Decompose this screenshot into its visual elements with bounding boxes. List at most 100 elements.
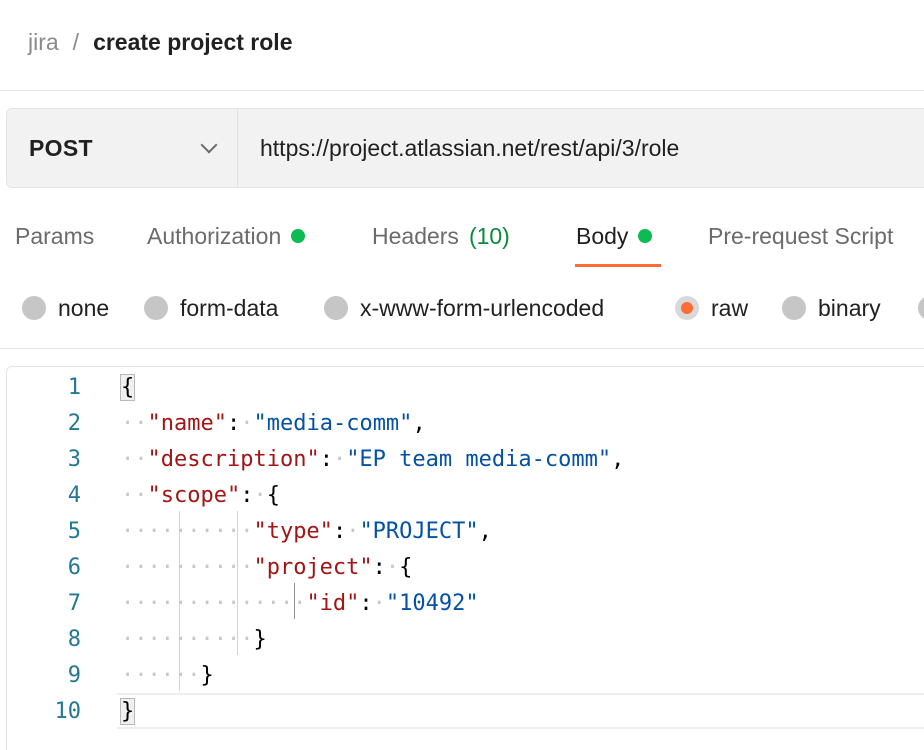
tab-prerequest-script[interactable]: Pre-request Script	[708, 214, 893, 258]
json-string: "EP team media-comm"	[346, 446, 612, 472]
breadcrumb-collection-link[interactable]: jira	[28, 29, 59, 56]
code-line: 9 ······}	[7, 657, 924, 693]
code-text: ··"scope":·{	[121, 482, 280, 508]
line-number: 8	[67, 626, 81, 652]
radio-form-data[interactable]: form-data	[144, 288, 278, 328]
json-string: "10492"	[385, 590, 479, 616]
json-key: "name"	[147, 410, 227, 436]
radio-circle-icon	[782, 296, 806, 320]
tab-authorization[interactable]: Authorization	[147, 214, 306, 258]
tab-headers[interactable]: Headers (10)	[372, 214, 510, 258]
radio-circle-icon	[918, 296, 924, 320]
breadcrumb-separator: /	[72, 28, 80, 55]
code-line: 1 {	[7, 369, 924, 405]
json-brace: }	[253, 626, 267, 652]
line-number: 10	[54, 698, 82, 724]
radio-circle-icon	[22, 296, 46, 320]
code-text: {	[119, 373, 136, 401]
line-number: 6	[67, 554, 81, 580]
code-text: ··········}	[121, 626, 267, 652]
code-editor[interactable]: 1 { 2 ··"name":·"media-comm", 3 ··"descr…	[6, 366, 924, 750]
active-tab-indicator	[575, 264, 661, 267]
code-line: 2 ··"name":·"media-comm",	[7, 405, 924, 441]
json-brace: }	[200, 662, 214, 688]
json-colon: :	[332, 518, 347, 544]
line-number: 5	[67, 518, 81, 544]
code-text: ··"description":·"EP team media-comm",	[121, 446, 625, 472]
body-divider	[0, 348, 924, 349]
line-number: 9	[67, 662, 81, 688]
radio-raw[interactable]: raw	[675, 288, 748, 328]
method-label: POST	[29, 134, 93, 161]
code-line: 7 ··············"id":·"10492"	[7, 585, 924, 621]
tab-prerequest-label: Pre-request Script	[708, 222, 894, 249]
code-line: 4 ··"scope":·{	[7, 477, 924, 513]
radio-binary-label: binary	[818, 294, 881, 321]
request-tabs: Params Authorization Headers (10) Body P…	[0, 214, 924, 270]
tab-params-label: Params	[15, 222, 95, 249]
code-text: ··········"type":·"PROJECT",	[121, 518, 492, 544]
json-brace: {	[399, 554, 413, 580]
json-key: "type"	[253, 518, 333, 544]
radio-none-label: none	[58, 294, 110, 321]
json-comma: ,	[611, 446, 625, 472]
line-number: 7	[67, 590, 81, 616]
json-brace: {	[266, 482, 280, 508]
code-line: 6 ··········"project":·{	[7, 549, 924, 585]
json-colon: :	[359, 590, 373, 616]
code-line: 3 ··"description":·"EP team media-comm",	[7, 441, 924, 477]
matched-bracket: }	[119, 697, 136, 725]
radio-circle-icon	[144, 296, 168, 320]
matched-bracket: {	[119, 373, 136, 401]
code-line: 8 ··········}	[7, 621, 924, 657]
json-colon: :	[319, 446, 333, 472]
line-number: 3	[67, 446, 81, 472]
code-text: }	[119, 697, 136, 725]
tab-body-label: Body	[576, 222, 629, 249]
url-input[interactable]: https://project.atlassian.net/rest/api/3…	[238, 109, 924, 187]
json-key: "project"	[253, 554, 373, 580]
json-colon: :	[240, 482, 254, 508]
radio-graphql[interactable]	[918, 288, 924, 328]
code-line: 5 ··········"type":·"PROJECT",	[7, 513, 924, 549]
status-dot-icon	[291, 229, 306, 243]
radio-none[interactable]: none	[22, 288, 109, 328]
body-type-options: none form-data x-www-form-urlencoded raw…	[0, 288, 924, 328]
radio-urlencoded[interactable]: x-www-form-urlencoded	[324, 288, 604, 328]
radio-raw-label: raw	[711, 294, 749, 321]
code-line-current: 10 }	[7, 693, 924, 729]
tab-body[interactable]: Body	[576, 214, 653, 258]
code-text: ··"name":·"media-comm",	[121, 410, 426, 436]
json-comma: ,	[478, 518, 492, 544]
radio-urlencoded-label: x-www-form-urlencoded	[360, 294, 605, 321]
json-key: "description"	[147, 446, 320, 472]
json-colon: :	[372, 554, 386, 580]
header-divider	[0, 90, 924, 91]
method-select[interactable]: POST	[7, 109, 238, 187]
json-comma: ,	[412, 410, 426, 436]
tab-authorization-label: Authorization	[147, 222, 282, 249]
radio-binary[interactable]: binary	[782, 288, 881, 328]
radio-form-data-label: form-data	[180, 294, 279, 321]
radio-selected-icon	[675, 296, 699, 320]
line-number: 4	[67, 482, 81, 508]
breadcrumb: jira / create project role	[28, 26, 292, 58]
json-string: "PROJECT"	[359, 518, 479, 544]
code-text: ······}	[121, 662, 214, 688]
tab-params[interactable]: Params	[15, 214, 94, 258]
json-colon: :	[226, 410, 241, 436]
request-name[interactable]: create project role	[93, 29, 292, 56]
line-number: 2	[67, 410, 81, 436]
status-dot-icon	[638, 229, 653, 243]
json-key: "id"	[306, 590, 360, 616]
line-number: 1	[67, 374, 81, 400]
headers-count-badge: (10)	[468, 222, 510, 249]
radio-circle-icon	[324, 296, 348, 320]
request-bar: POST https://project.atlassian.net/rest/…	[6, 108, 924, 188]
tab-headers-label: Headers	[372, 222, 459, 249]
chevron-down-icon	[200, 136, 218, 154]
json-key: "scope"	[147, 482, 241, 508]
json-string: "media-comm"	[253, 410, 413, 436]
code-text: ··········"project":·{	[121, 554, 413, 580]
current-line-highlight	[117, 693, 924, 729]
